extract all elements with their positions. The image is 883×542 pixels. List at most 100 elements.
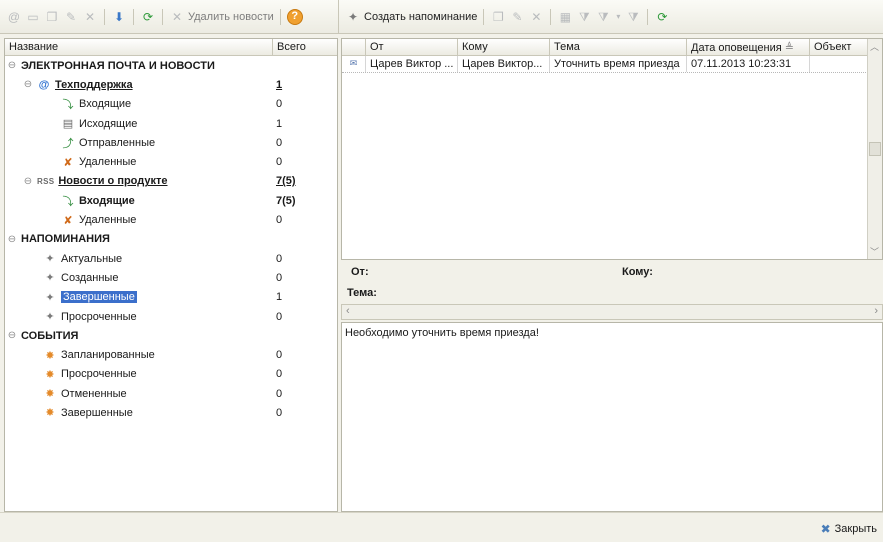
tree-row-deleted[interactable]: ✘ Удаленные 0 [5, 152, 337, 171]
toolbar-separator [133, 8, 134, 25]
pin-icon: ✦ [45, 272, 55, 285]
tree-row-label: Отмененные [61, 387, 127, 400]
collapse-toggle-icon[interactable]: ⊖ [23, 176, 33, 187]
tree-row-label: Завершенные [61, 291, 137, 304]
collapse-toggle-icon[interactable]: ⊖ [7, 330, 17, 341]
collapse-toggle-icon[interactable]: ⊖ [7, 234, 17, 245]
tree-row-label: Просроченные [61, 310, 137, 323]
scroll-left-icon[interactable]: ‹ [346, 305, 350, 317]
message-body[interactable]: Необходимо уточнить время приезда! [341, 322, 883, 512]
tree-row-overdue-reminders[interactable]: ✦ Просроченные 0 [5, 307, 337, 326]
tree-row-label: Актуальные [61, 252, 123, 265]
help-icon[interactable]: ? [286, 8, 303, 25]
tree-row-count: 1 [276, 291, 283, 304]
message-subject: Уточнить время приезда [550, 56, 687, 72]
filter-dropdown-icon[interactable]: ⧩ [595, 9, 611, 25]
tree-row-count: 7(5) [276, 175, 296, 188]
tree-row-label: Удаленные [79, 214, 137, 227]
filter-list-icon[interactable]: ▦ [557, 9, 573, 25]
tree-row-count: 0 [276, 136, 283, 149]
scrollbar-thumb[interactable] [869, 142, 881, 156]
create-reminder-label: Создать напоминание [364, 10, 478, 23]
column-header-date[interactable]: Дата оповещения ≜ [687, 39, 810, 55]
column-header-to[interactable]: Кому [458, 39, 550, 55]
close-button[interactable]: ✖ Закрыть [821, 522, 877, 536]
edit-pencil-icon[interactable]: ✎ [509, 9, 525, 25]
tree-row-news-deleted[interactable]: ✘ Удаленные 0 [5, 210, 337, 229]
tree-row-label: Запланированные [61, 349, 155, 362]
sort-icon: ≜ [784, 42, 794, 54]
scroll-up-icon[interactable]: ︿ [868, 40, 881, 53]
tree-row-reminders[interactable]: ⊖ НАПОМИНАНИЯ [5, 230, 337, 249]
message-row[interactable]: ✉ Царев Виктор ... Царев Виктор... Уточн… [342, 56, 882, 73]
message-to: Царев Виктор... [458, 56, 550, 72]
column-header-name[interactable]: Название [5, 39, 273, 55]
tree-row-planned[interactable]: ✸ Запланированные 0 [5, 345, 337, 364]
tree-row-inbox[interactable]: ⤵ Входящие 0 [5, 95, 337, 114]
tree-row-actual[interactable]: ✦ Актуальные 0 [5, 249, 337, 268]
horizontal-scrollbar[interactable]: ‹ › [341, 304, 883, 320]
message-body-text: Необходимо уточнить время приезда! [345, 327, 539, 339]
tree-row-news-inbox[interactable]: ⤵ Входящие 7(5) [5, 191, 337, 210]
tree-header: Название Всего [5, 39, 337, 56]
clear-filter-icon[interactable]: ⧩ [625, 9, 641, 25]
tree-row-label: ЭЛЕКТРОННАЯ ПОЧТА И НОВОСТИ [21, 59, 215, 72]
event-icon: ✸ [45, 368, 55, 381]
collapse-toggle-icon[interactable]: ⊖ [23, 79, 33, 90]
add-folder-icon[interactable]: ▭ [25, 9, 41, 25]
tree-row-label: Техподдержка [55, 78, 133, 91]
refresh-icon[interactable]: ⟳ [654, 9, 670, 25]
toolbar-separator [279, 8, 281, 25]
left-toolbar: @ ▭ ❐ ✎ ✕ ⬇ ⟳ ✕ Удалить новости ? [0, 0, 338, 34]
at-sign-icon[interactable]: @ [6, 9, 22, 25]
column-header-subject[interactable]: Тема [550, 39, 687, 55]
tree-row-count: 7(5) [276, 194, 296, 207]
delete-news-button[interactable]: ✕ Удалить новости [169, 9, 274, 25]
vertical-scrollbar[interactable]: ︿ ﹀ [867, 39, 882, 259]
chevron-down-icon[interactable]: ▾ [614, 9, 622, 25]
delete-icon[interactable]: ✕ [528, 9, 544, 25]
tree-row-overdue-events[interactable]: ✸ Просроченные 0 [5, 365, 337, 384]
column-header-total[interactable]: Всего [273, 39, 337, 55]
mail-account-icon: @ [38, 78, 50, 91]
tree-row-created[interactable]: ✦ Созданные 0 [5, 268, 337, 287]
toolbar-separator [483, 8, 485, 25]
tree-row-completed-events[interactable]: ✸ Завершенные 0 [5, 403, 337, 422]
tree-row-cancelled[interactable]: ✸ Отмененные 0 [5, 384, 337, 403]
create-reminder-button[interactable]: ✦ Создать напоминание [345, 9, 477, 25]
copy-icon[interactable]: ❐ [44, 9, 60, 25]
tree-row-outbox[interactable]: ▤ Исходящие 1 [5, 114, 337, 133]
pin-icon: ✦ [347, 9, 359, 24]
import-icon[interactable]: ⬇ [111, 9, 127, 25]
tree-row-count: 0 [276, 310, 283, 323]
column-header-icon[interactable] [342, 39, 366, 55]
scroll-down-icon[interactable]: ﹀ [868, 245, 881, 258]
right-toolbar: ✦ Создать напоминание ❐ ✎ ✕ ▦ ⧩ ⧩ ▾ ⧩ ⟳ [338, 0, 883, 34]
tree-row-product-news[interactable]: ⊖ RSS Новости о продукте 7(5) [5, 172, 337, 191]
column-header-object[interactable]: Объект [810, 39, 869, 55]
column-header-from[interactable]: От [366, 39, 458, 55]
message-date: 07.11.2013 10:23:31 [687, 56, 810, 72]
message-type-icon: ✉ [342, 56, 366, 72]
collapse-toggle-icon[interactable]: ⊖ [7, 60, 17, 71]
tree-row-sent[interactable]: ⤴ Отправленные 0 [5, 133, 337, 152]
outbox-icon: ▤ [62, 118, 74, 131]
pin-icon: ✦ [45, 253, 55, 266]
edit-pencil-icon[interactable]: ✎ [63, 9, 79, 25]
tree-row-completed-reminders[interactable]: ✦ Завершенные 1 [5, 288, 337, 307]
message-list-header: От Кому Тема Дата оповещения ≜ Объект [342, 39, 882, 56]
filter-icon[interactable]: ⧩ [576, 9, 592, 25]
delete-news-label: Удалить новости [188, 10, 274, 23]
tree-row-email-news[interactable]: ⊖ ЭЛЕКТРОННАЯ ПОЧТА И НОВОСТИ [5, 56, 337, 75]
delete-icon[interactable]: ✕ [82, 9, 98, 25]
toolbar-separator [104, 8, 105, 25]
copy-icon[interactable]: ❐ [490, 9, 506, 25]
tree-row-techsupport[interactable]: ⊖ @ Техподдержка 1 [5, 75, 337, 94]
tree-row-count: 1 [276, 78, 283, 91]
scroll-right-icon[interactable]: › [874, 305, 878, 317]
refresh-icon[interactable]: ⟳ [140, 9, 156, 25]
tree-row-count: 0 [276, 387, 283, 400]
rss-icon: RSS [37, 176, 55, 186]
tree-row-events[interactable]: ⊖ СОБЫТИЯ [5, 326, 337, 345]
to-label: Кому: [622, 266, 653, 278]
